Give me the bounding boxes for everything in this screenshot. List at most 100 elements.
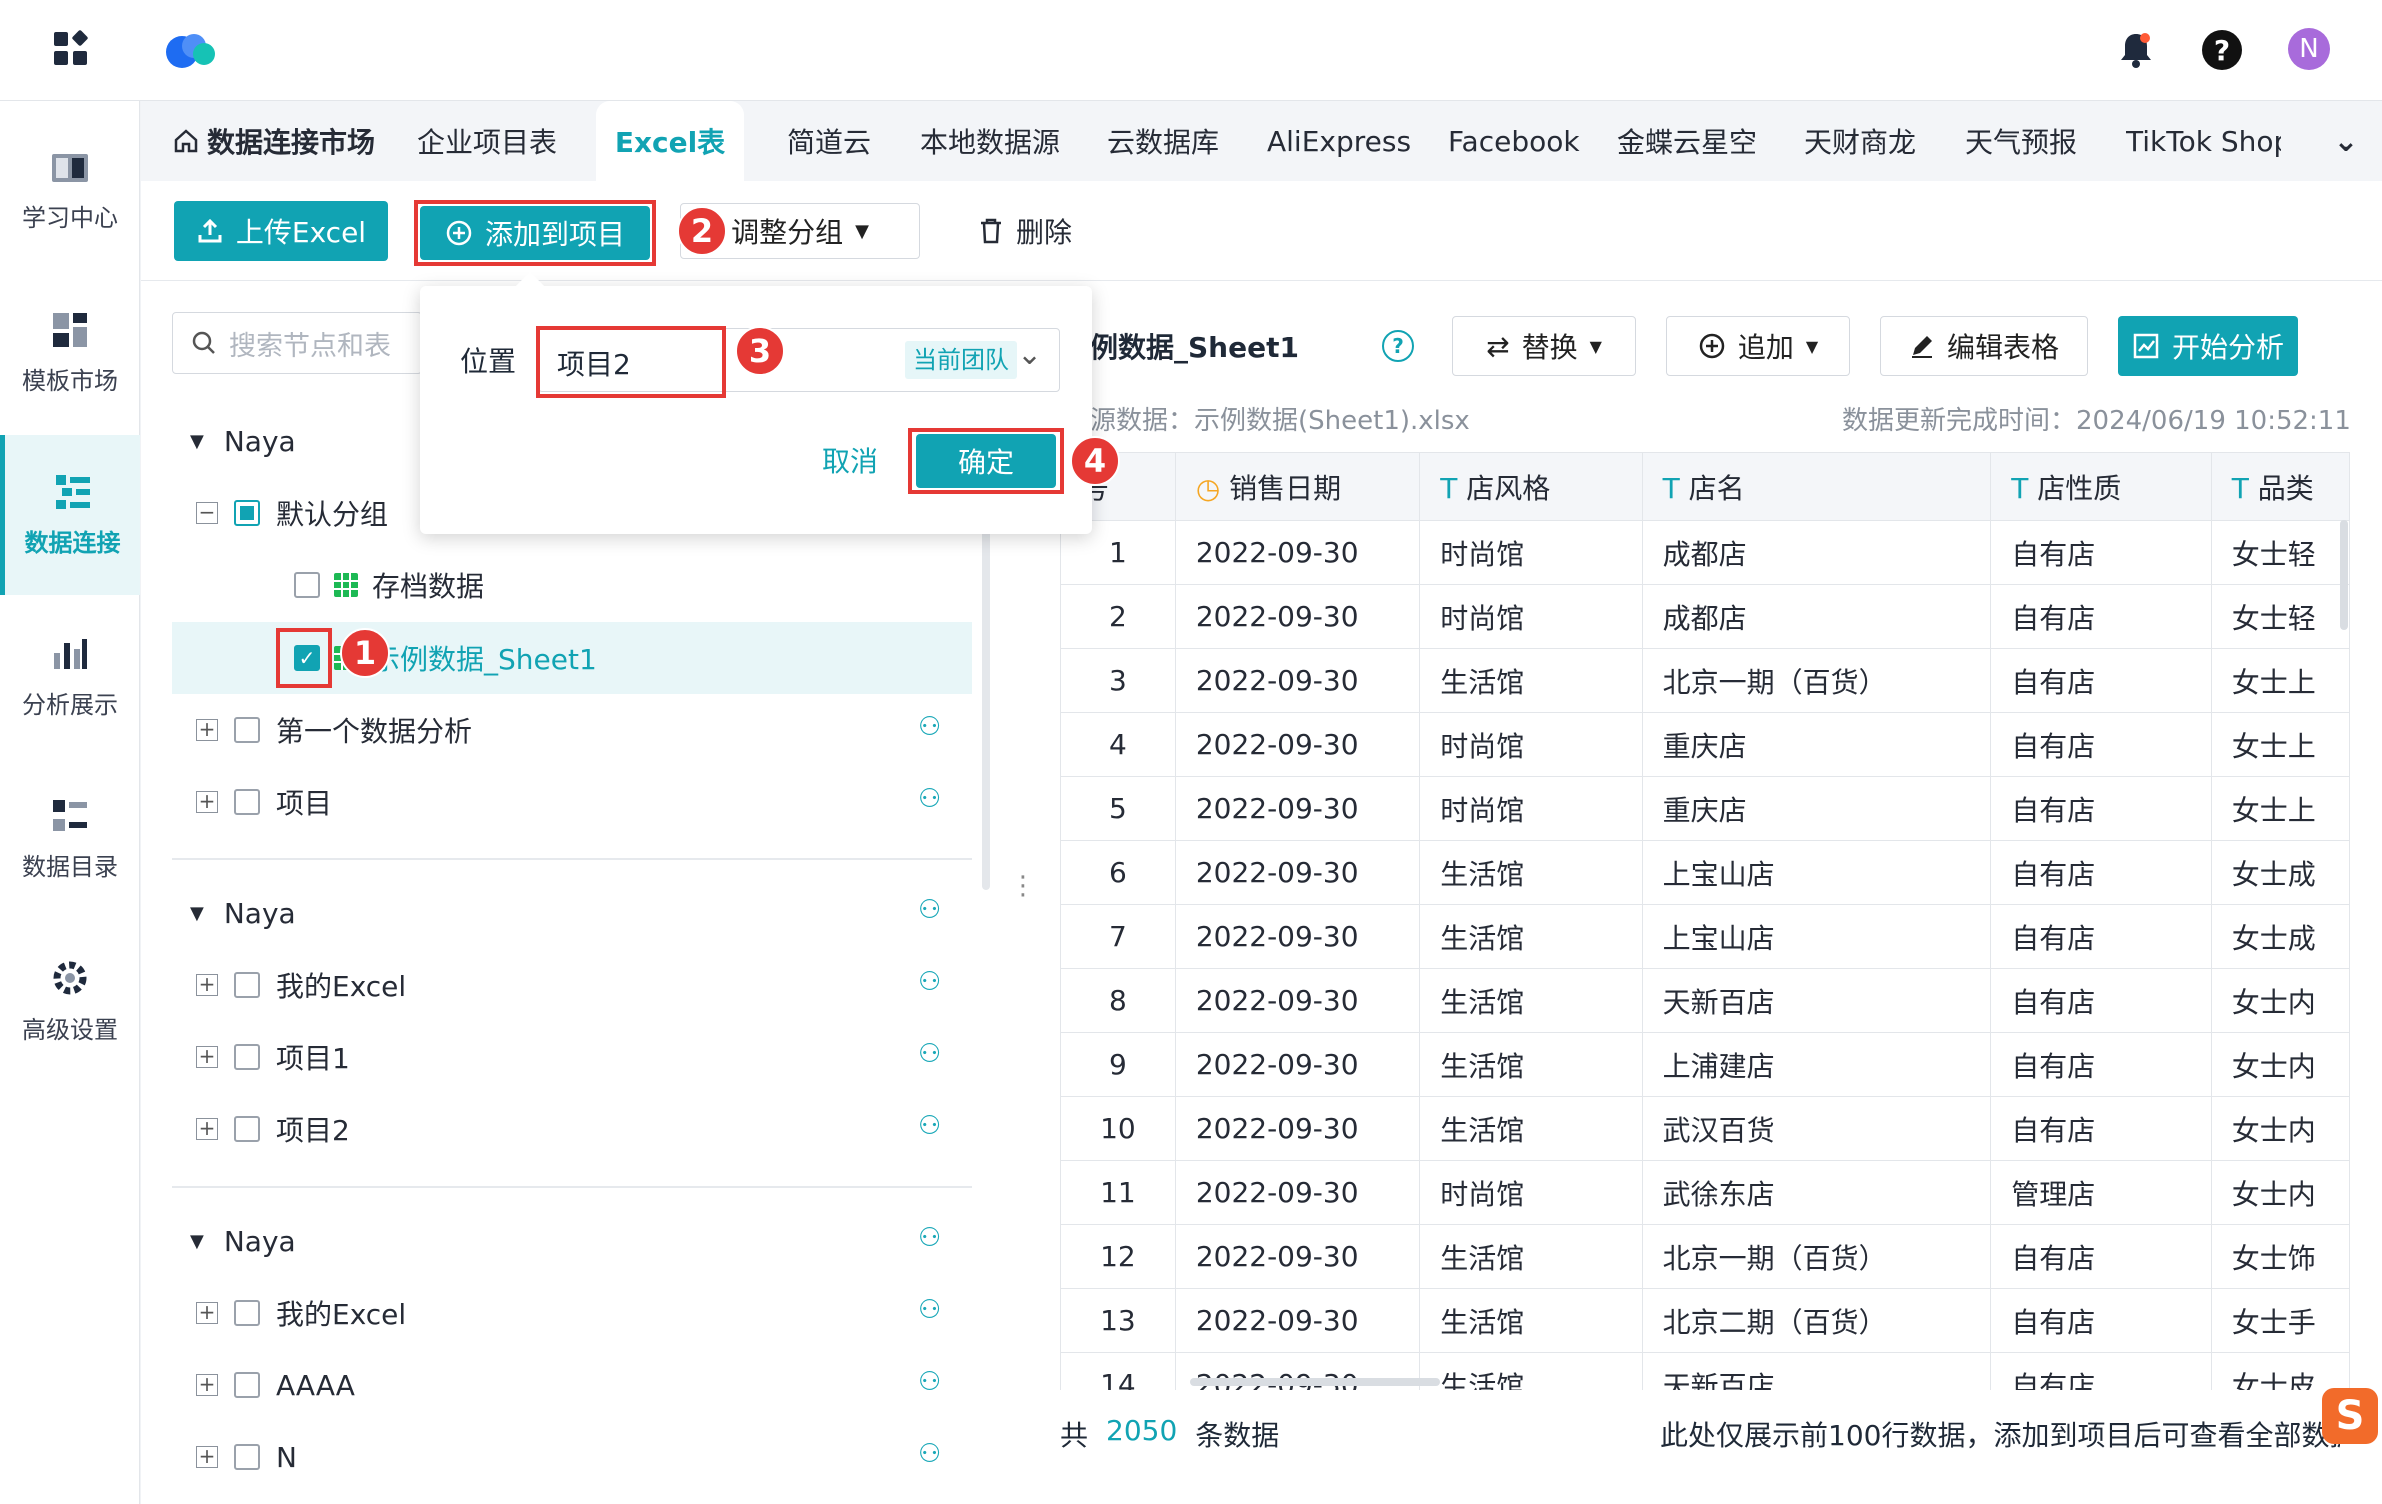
nav-item-catalog[interactable]: 数据目录 (0, 759, 140, 919)
nav-item-settings[interactable]: 高级设置 (0, 921, 140, 1081)
replace-button[interactable]: ⇄ 替换 ▼ (1452, 316, 1636, 376)
expand-icon[interactable]: + (196, 1446, 218, 1468)
nav-item-learning[interactable]: 学习中心 (0, 111, 140, 271)
table-cell[interactable]: 时尚馆 (1419, 1160, 1643, 1225)
table-cell[interactable]: 女士成 (2210, 904, 2350, 969)
tab-weather[interactable]: 天气预报 (1965, 101, 2077, 181)
table-cell[interactable]: 时尚馆 (1419, 584, 1643, 649)
table-cell[interactable]: 10 (1060, 1096, 1176, 1161)
col-header-style[interactable]: T 店风格 (1419, 452, 1643, 521)
table-cell[interactable]: 自有店 (1990, 968, 2212, 1033)
tab-facebook[interactable]: Facebook (1448, 101, 1580, 181)
share-user-icon[interactable]: ⚇ (918, 1367, 941, 1397)
table-cell[interactable]: 14 (1060, 1352, 1176, 1390)
table-cell[interactable]: 生活馆 (1419, 1288, 1643, 1353)
table-cell[interactable]: 自有店 (1990, 1096, 2212, 1161)
table-cell[interactable]: 自有店 (1990, 840, 2212, 905)
table-cell[interactable]: 女士内 (2210, 1032, 2350, 1097)
table-cell[interactable]: 天新百店 (1641, 1352, 1992, 1390)
table-cell[interactable]: 女士皮 (2210, 1352, 2350, 1390)
table-cell[interactable]: 自有店 (1990, 1288, 2212, 1353)
table-cell[interactable]: 女士上 (2210, 648, 2350, 713)
table-cell[interactable]: 2 (1060, 584, 1176, 649)
table-cell[interactable]: 8 (1060, 968, 1176, 1033)
table-cell[interactable]: 上浦建店 (1641, 1032, 1992, 1097)
tab-aliexpress[interactable]: AliExpress (1267, 101, 1411, 181)
share-user-icon[interactable]: ⚇ (918, 1039, 941, 1069)
share-user-icon[interactable]: ⚇ (918, 1111, 941, 1141)
search-box[interactable]: 搜索节点和表 (172, 312, 422, 374)
table-cell[interactable]: 2022-09-30 (1174, 776, 1421, 841)
tree-owner-3[interactable]: ▼ Naya (190, 1205, 990, 1277)
share-user-icon[interactable]: ⚇ (918, 1295, 941, 1325)
table-cell[interactable]: 2022-09-30 (1174, 904, 1421, 969)
table-cell[interactable]: 成都店 (1641, 584, 1992, 649)
table-row[interactable]: 11 2022-09-30 时尚馆 武徐东店 管理店 女士内 (1060, 1160, 2350, 1225)
table-row[interactable]: 8 2022-09-30 生活馆 天新百店 自有店 女士内 (1060, 968, 2350, 1033)
table-cell[interactable]: 生活馆 (1419, 1032, 1643, 1097)
table-cell[interactable]: 2022-09-30 (1174, 1288, 1421, 1353)
nav-item-analysis[interactable]: 分析展示 (0, 597, 140, 757)
table-cell[interactable]: 12 (1060, 1224, 1176, 1289)
table-cell[interactable]: 4 (1060, 712, 1176, 777)
more-tabs-chevron-icon[interactable]: ⌄ (2321, 101, 2371, 181)
expand-icon[interactable]: + (196, 791, 218, 813)
avatar[interactable]: N (2288, 28, 2330, 70)
table-cell[interactable]: 上宝山店 (1641, 904, 1992, 969)
table-cell[interactable]: 女士轻 (2210, 520, 2350, 585)
tree-project[interactable]: + 项目 (196, 766, 996, 838)
tree-item[interactable]: + N (196, 1421, 996, 1493)
tree-checkbox[interactable] (234, 1044, 260, 1070)
table-cell[interactable]: 女士手 (2210, 1288, 2350, 1353)
table-cell[interactable]: 13 (1060, 1288, 1176, 1353)
table-row[interactable]: 1 2022-09-30 时尚馆 成都店 自有店 女士轻 (1060, 520, 2350, 585)
table-cell[interactable]: 自有店 (1990, 584, 2212, 649)
share-user-icon[interactable]: ⚇ (918, 895, 941, 925)
share-user-icon[interactable]: ⚇ (918, 784, 941, 814)
tree-checkbox[interactable] (234, 1444, 260, 1470)
table-cell[interactable]: 北京一期（百货） (1641, 1224, 1992, 1289)
table-cell[interactable]: 生活馆 (1419, 1352, 1643, 1390)
tree-checkbox[interactable] (234, 789, 260, 815)
tab-tiancai[interactable]: 天财商龙 (1804, 101, 1916, 181)
tab-cloud-db[interactable]: 云数据库 (1107, 101, 1219, 181)
table-cell[interactable]: 成都店 (1641, 520, 1992, 585)
table-cell[interactable]: 2022-09-30 (1174, 1224, 1421, 1289)
expand-icon[interactable]: + (196, 1046, 218, 1068)
table-cell[interactable]: 自有店 (1990, 776, 2212, 841)
tree-owner-2[interactable]: ▼ Naya (190, 877, 990, 949)
tree-item[interactable]: + 项目1 (196, 1021, 996, 1093)
table-cell[interactable]: 2022-09-30 (1174, 1096, 1421, 1161)
start-analysis-button[interactable]: 开始分析 (2118, 316, 2298, 376)
col-header-date[interactable]: ◷ 销售日期 (1174, 452, 1421, 521)
edit-table-button[interactable]: 编辑表格 (1880, 316, 2088, 376)
expand-icon[interactable]: + (196, 1302, 218, 1324)
share-user-icon[interactable]: ⚇ (918, 1223, 941, 1253)
table-cell[interactable]: 女士内 (2210, 968, 2350, 1033)
col-header-category[interactable]: T 品类 (2210, 452, 2350, 521)
table-row[interactable]: 6 2022-09-30 生活馆 上宝山店 自有店 女士成 (1060, 840, 2350, 905)
table-cell[interactable]: 上宝山店 (1641, 840, 1992, 905)
table-cell[interactable]: 2022-09-30 (1174, 840, 1421, 905)
info-icon[interactable]: ? (1382, 330, 1414, 362)
table-cell[interactable]: 6 (1060, 840, 1176, 905)
append-button[interactable]: 追加 ▼ (1666, 316, 1850, 376)
table-cell[interactable]: 3 (1060, 648, 1176, 713)
tree-checkbox[interactable] (234, 1372, 260, 1398)
table-cell[interactable]: 生活馆 (1419, 904, 1643, 969)
table-cell[interactable]: 管理店 (1990, 1160, 2212, 1225)
tab-tiktok[interactable]: TikTok Shop (2126, 101, 2281, 181)
share-user-icon[interactable]: ⚇ (918, 712, 941, 742)
table-h-scrollbar[interactable] (1190, 1378, 1440, 1386)
sheet1-checkbox-checked[interactable]: ✓ (294, 645, 320, 671)
tab-excel[interactable]: Excel表 (596, 101, 744, 181)
table-row[interactable]: 7 2022-09-30 生活馆 上宝山店 自有店 女士成 (1060, 904, 2350, 969)
table-cell[interactable]: 女士上 (2210, 712, 2350, 777)
expand-icon[interactable]: + (196, 1374, 218, 1396)
table-cell[interactable]: 自有店 (1990, 648, 2212, 713)
expand-icon[interactable]: + (196, 719, 218, 741)
tree-item[interactable]: + AAAA (196, 1349, 996, 1421)
table-cell[interactable]: 北京一期（百货） (1641, 648, 1992, 713)
archive-checkbox[interactable] (294, 572, 320, 598)
nav-item-template[interactable]: 模板市场 (0, 273, 140, 433)
